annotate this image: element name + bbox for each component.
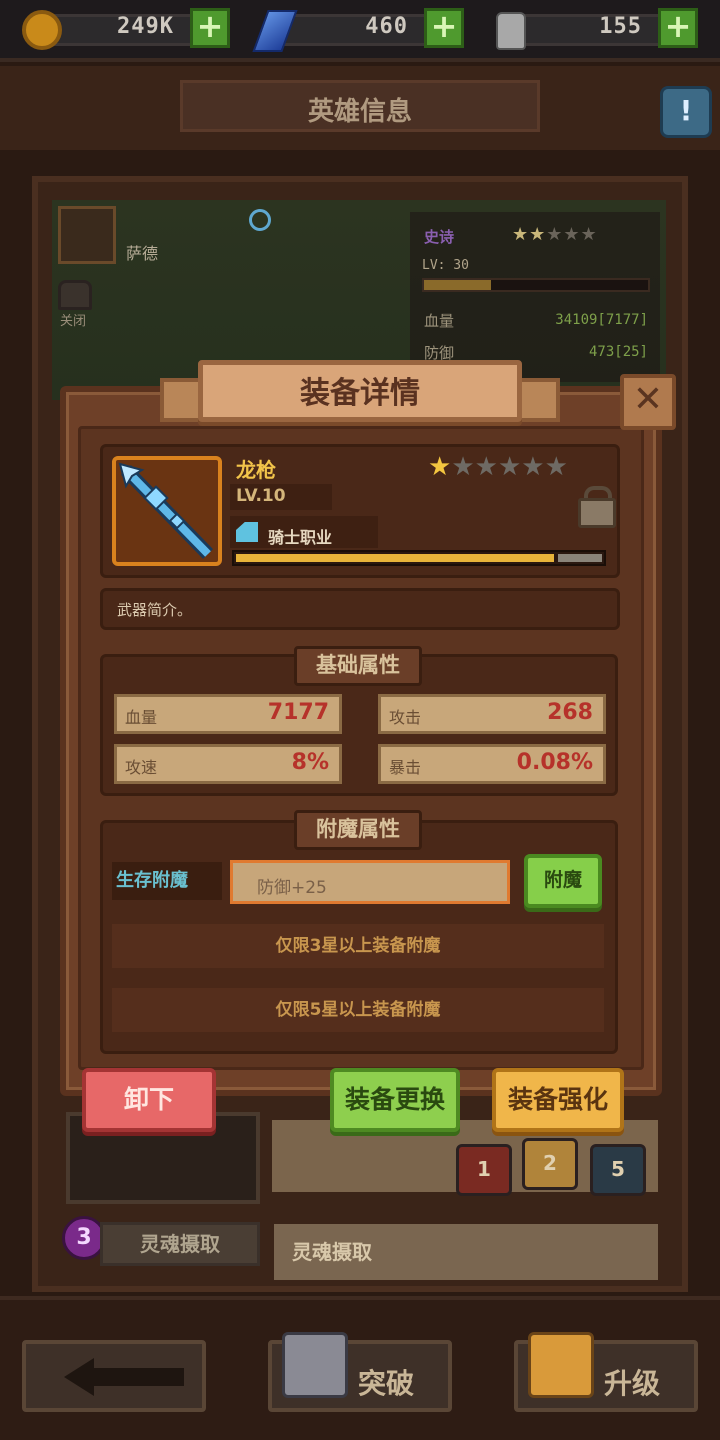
star-icon: ★ (544, 452, 568, 482)
enchant-attributes-title: 附魔属性 (294, 810, 422, 850)
stat-cell: 暴击 0.08% (378, 744, 606, 784)
breakthrough-label: 突破 (358, 1367, 415, 1400)
gem-box (278, 14, 438, 46)
coin-counter: 249K + (20, 8, 230, 52)
coin-value: 249K (117, 14, 174, 39)
enchant-value-field[interactable]: 防御+25 (230, 860, 510, 904)
star-icon: ★ (428, 452, 452, 482)
star-icon: ★ (497, 452, 522, 482)
item-description: 武器简介。 (100, 588, 620, 630)
hero-name: 萨德 (126, 244, 159, 263)
locked-enchant-slot: 仅限5星以上装备附魔 (112, 988, 604, 1032)
gem-counter: 460 + (252, 8, 464, 52)
header-ribbon: 英雄信息 (180, 80, 540, 132)
avatar[interactable] (58, 206, 116, 264)
magnifier-icon[interactable] (249, 209, 271, 231)
add-potions-button[interactable]: + (658, 8, 698, 48)
hero-stars: ★★★★★ (512, 224, 598, 245)
base-attributes-title: 基础属性 (294, 646, 422, 686)
spear-icon (118, 462, 214, 559)
upgrade-label: 升级 (604, 1367, 661, 1400)
close-icon[interactable]: ✕ (620, 374, 676, 430)
back-arrow-icon (64, 1358, 184, 1396)
stat-cell: 攻速 8% (114, 744, 342, 784)
add-coins-button[interactable]: + (190, 8, 230, 48)
potion-counter: 155 + (488, 8, 698, 52)
hero-stat-value: 34109[7177] (555, 312, 648, 328)
stat-value: 0.08% (516, 750, 593, 775)
rarity-label: 史诗 (424, 228, 455, 246)
add-gems-button[interactable]: + (424, 8, 464, 48)
stat-value: 268 (547, 700, 593, 725)
helmet-icon (282, 1332, 348, 1398)
stat-label: 攻击 (389, 708, 422, 727)
help-icon[interactable]: ! (660, 86, 712, 138)
item-xp-remaining (558, 554, 602, 562)
book-icon (528, 1332, 594, 1398)
coin-icon (22, 10, 62, 50)
lock-icon[interactable] (578, 486, 616, 528)
hero-level-bar (422, 278, 650, 292)
stat-label: 攻速 (125, 758, 158, 777)
stat-label: 血量 (125, 708, 158, 727)
back-button[interactable] (22, 1340, 206, 1412)
change-equipment-button[interactable]: 装备更换 (330, 1068, 460, 1132)
modal-title: 装备详情 (300, 376, 420, 411)
unequip-button[interactable]: 卸下 (82, 1068, 216, 1132)
stat-cell: 血量 7177 (114, 694, 342, 734)
item-icon-frame[interactable] (112, 456, 222, 566)
soul-capture-button[interactable]: 灵魂摄取 (100, 1222, 260, 1266)
upgrade-button[interactable]: 升级 (514, 1332, 698, 1412)
stat-value: 7177 (267, 700, 329, 725)
soul-capture-field: 灵魂摄取 (274, 1224, 658, 1280)
potion-value: 155 (599, 14, 642, 39)
item-xp-fill (236, 554, 554, 562)
hero-stat-label: 血量 (424, 312, 455, 330)
page-title: 英雄信息 (307, 97, 412, 127)
hero-level: LV: 30 (422, 258, 469, 273)
item-level: LV.10 (236, 486, 286, 506)
enhance-equipment-button[interactable]: 装备强化 (492, 1068, 624, 1132)
item-stars: ★★★★★★ (428, 452, 568, 482)
header: 英雄信息 (0, 66, 720, 150)
item-name: 龙枪 (236, 458, 276, 482)
enchant-type-selector[interactable]: 生存附魔 (112, 862, 222, 900)
lock-icon[interactable] (58, 280, 92, 310)
currency-bar: 249K + 460 + 155 + (0, 0, 720, 62)
star-icon: ★ (451, 452, 475, 482)
item-xp-bar (232, 550, 606, 566)
locked-enchant-slot: 仅限3星以上装备附魔 (112, 924, 604, 968)
stat-value: 8% (291, 750, 329, 775)
hero-stat-value: 473[25] (588, 344, 648, 360)
potion-icon (496, 12, 526, 50)
potion-box (512, 14, 672, 46)
tier-badge[interactable]: 5 (590, 1144, 646, 1196)
tier-badge[interactable]: 1 (456, 1144, 512, 1196)
tier-badge[interactable]: 2 (522, 1138, 578, 1190)
star-icon: ★ (521, 452, 545, 482)
item-class: 骑士职业 (268, 528, 333, 547)
star-icon: ★ (474, 452, 498, 482)
stat-label: 暴击 (389, 758, 422, 777)
breakthrough-button[interactable]: 突破 (268, 1332, 452, 1412)
gem-value: 460 (365, 14, 408, 39)
stat-cell: 攻击 268 (378, 694, 606, 734)
enchant-button[interactable]: 附魔 (524, 854, 602, 908)
lock-label: 关闭 (60, 314, 87, 329)
